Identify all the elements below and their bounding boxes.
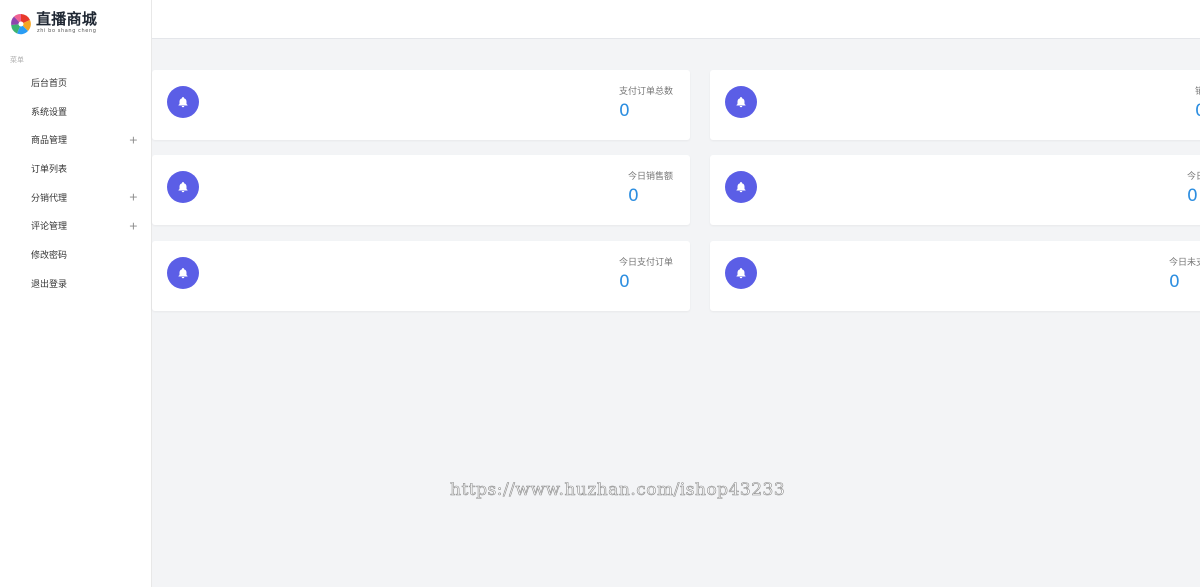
stat-title: 今日销售额 xyxy=(628,172,674,182)
sidebar-item-label: 系统设置 xyxy=(31,107,68,118)
bell-icon xyxy=(725,171,757,203)
sidebar-item-label: 商品管理 xyxy=(31,136,68,147)
sidebar-item-system-settings[interactable]: 系统设置 xyxy=(0,97,151,126)
stat-value: 0 xyxy=(619,272,630,292)
stat-card-sales-total: 销 0 xyxy=(710,70,1200,140)
stat-value: 0 xyxy=(1169,272,1180,292)
expand-plus-icon[interactable]: + xyxy=(129,220,138,231)
sidebar-item-product-management[interactable]: 商品管理 + xyxy=(0,125,151,154)
sidebar-item-label: 评论管理 xyxy=(31,222,68,233)
stat-value: 0 xyxy=(1195,100,1200,122)
bell-icon xyxy=(167,86,199,118)
bell-icon xyxy=(725,86,757,118)
stat-card-today-stat: 今日 0 xyxy=(710,155,1200,225)
stat-card-today-sales: 今日销售额 0 xyxy=(152,155,690,225)
stat-card-today-paid-orders: 今日支付订单 0 xyxy=(152,241,690,311)
bell-icon xyxy=(167,171,199,203)
sidebar-item-dashboard[interactable]: 后台首页 xyxy=(0,68,151,97)
sidebar-menu: 后台首页 系统设置 商品管理 + 订单列表 分销代理 + 评论管理 + 修改密码… xyxy=(0,68,151,298)
sidebar-item-distribution-agent[interactable]: 分销代理 + xyxy=(0,183,151,212)
stat-title: 支付订单总数 xyxy=(619,87,674,97)
sidebar-item-change-password[interactable]: 修改密码 xyxy=(0,240,151,269)
brand-subtitle: zhi bo shang cheng xyxy=(37,28,97,34)
menu-section-label: 菜单 xyxy=(10,56,24,64)
sidebar-item-label: 订单列表 xyxy=(31,164,68,175)
expand-plus-icon[interactable]: + xyxy=(129,134,138,145)
stat-title: 今日支付订单 xyxy=(619,258,674,268)
stat-title: 今日未支 xyxy=(1169,258,1200,268)
sidebar-item-label: 修改密码 xyxy=(31,250,68,261)
sidebar-item-label: 退出登录 xyxy=(31,279,68,290)
stat-value: 0 xyxy=(619,101,630,121)
top-header-bar xyxy=(152,0,1200,39)
stat-value: 0 xyxy=(1187,186,1198,206)
brand-title: 直播商城 xyxy=(36,10,98,28)
bell-icon xyxy=(725,257,757,289)
sidebar-item-label: 分销代理 xyxy=(31,193,68,204)
sidebar-item-logout[interactable]: 退出登录 xyxy=(0,269,151,298)
stat-value: 0 xyxy=(628,186,639,206)
brand-logo[interactable]: 直播商城 zhi bo shang cheng xyxy=(9,11,97,36)
logo-pinwheel-icon xyxy=(11,13,31,35)
expand-plus-icon[interactable]: + xyxy=(129,192,138,203)
stat-card-paid-orders-total: 支付订单总数 0 xyxy=(152,70,690,140)
sidebar-item-order-list[interactable]: 订单列表 xyxy=(0,154,151,183)
stat-title: 销 xyxy=(1195,87,1200,97)
stat-title: 今日 xyxy=(1187,172,1200,182)
sidebar: 直播商城 zhi bo shang cheng 菜单 后台首页 系统设置 商品管… xyxy=(0,0,152,587)
stat-card-today-unpaid-orders: 今日未支 0 xyxy=(710,241,1200,311)
watermark-url: https://www.huzhan.com/ishop43233 xyxy=(450,480,786,501)
bell-icon xyxy=(167,257,199,289)
sidebar-item-comment-management[interactable]: 评论管理 + xyxy=(0,211,151,240)
sidebar-item-label: 后台首页 xyxy=(31,78,68,89)
